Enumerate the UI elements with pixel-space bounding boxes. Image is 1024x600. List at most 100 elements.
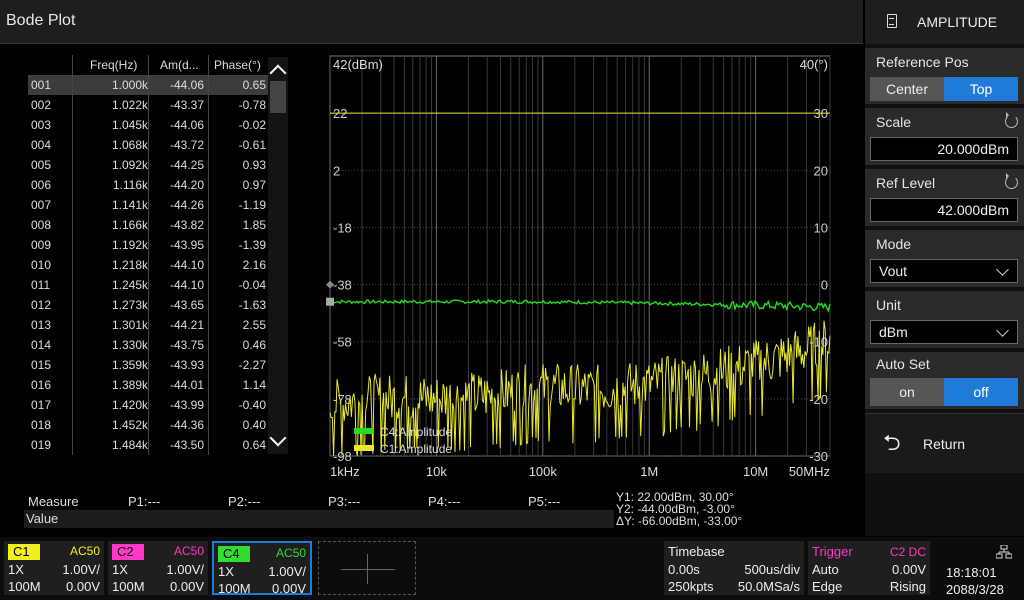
row-index: 010: [31, 258, 52, 272]
table-row[interactable]: 014 1.330k -43.75 0.46: [28, 335, 270, 355]
unit-select[interactable]: dBm: [870, 320, 1018, 344]
row-frequency: 1.116k: [112, 178, 148, 192]
timebase-label: Timebase: [668, 544, 725, 559]
table-row[interactable]: 010 1.218k -44.10 2.16: [28, 255, 270, 275]
x-tick-label: 50MHz: [789, 464, 830, 479]
row-frequency: 1.389k: [111, 378, 148, 392]
table-row[interactable]: 019 1.484k -43.50 0.64: [28, 435, 270, 455]
channel-c2[interactable]: C2 AC50 1X 1.00V/ 100M 0.00V: [108, 541, 208, 595]
row-amplitude: -44.01: [169, 378, 204, 392]
row-index: 011: [31, 278, 51, 292]
table-row[interactable]: 018 1.452k -44.36 0.40: [28, 415, 270, 435]
table-row[interactable]: 013 1.301k -44.21 2.55: [28, 315, 270, 335]
bode-chart[interactable]: 42(dBm) 40(°)222-18-38-58-78-983020100-10…: [322, 52, 862, 487]
row-amplitude: -43.65: [169, 298, 204, 312]
col-header-freq: Freq(Hz): [90, 58, 138, 72]
return-label: Return: [923, 436, 966, 452]
table-row[interactable]: 001 1.000k -44.06 0.65: [28, 75, 270, 95]
timebase-rate: 50.0MSa/s: [737, 579, 800, 594]
row-amplitude: -44.10: [169, 278, 204, 292]
col-header-phase: Phase(°): [214, 58, 261, 72]
reference-pos-section: Reference Pos Center Top: [865, 48, 1024, 104]
channel-c1[interactable]: C1 AC50 1X 1.00V/ 100M 0.00V: [4, 541, 104, 595]
row-phase: 0.46: [242, 338, 266, 352]
scale-input[interactable]: 20.000dBm: [870, 137, 1018, 161]
trigger-level: 0.00V: [892, 562, 926, 577]
row-amplitude: -44.10: [169, 258, 204, 272]
measure-p4[interactable]: P4:---: [428, 494, 461, 509]
y-left-tick-label: 2: [333, 163, 340, 178]
table-row[interactable]: 005 1.092k -44.25 0.93: [28, 155, 270, 175]
measure-p5[interactable]: P5:---: [528, 494, 561, 509]
mode-select[interactable]: Vout: [870, 259, 1018, 283]
refresh-icon[interactable]: [1005, 173, 1018, 189]
table-row[interactable]: 004 1.068k -43.72 -0.61: [28, 135, 270, 155]
table-row[interactable]: 002 1.022k -43.37 -0.78: [28, 95, 270, 115]
row-frequency: 1.141k: [111, 198, 148, 212]
row-phase: -0.61: [238, 138, 266, 152]
y-left-tick-label: -58: [333, 335, 352, 350]
trigger-box[interactable]: Trigger C2 DC Auto 0.00V Edge Rising: [808, 541, 930, 595]
scroll-down-icon[interactable]: [269, 429, 287, 447]
add-channel-button[interactable]: [318, 541, 416, 595]
timebase-delay: 0.00s: [668, 562, 700, 577]
row-amplitude: -43.50: [169, 438, 204, 452]
legend-swatch: [354, 428, 374, 434]
row-phase: -0.40: [238, 398, 266, 412]
measure-p1[interactable]: P1:---: [128, 494, 161, 509]
table-row[interactable]: 008 1.166k -43.82 1.85: [28, 215, 270, 235]
table-row[interactable]: 006 1.116k -44.20 0.97: [28, 175, 270, 195]
reference-pos-label: Reference Pos: [876, 54, 969, 70]
row-index: 007: [31, 198, 52, 212]
y-left-axis-title: 42(dBm): [333, 57, 383, 72]
row-frequency: 1.166k: [111, 218, 148, 232]
row-frequency: 1.000k: [111, 78, 148, 92]
measure-p3[interactable]: P3:---: [328, 494, 361, 509]
column-divider: [208, 55, 209, 455]
return-arrow-icon: ⮌: [883, 430, 901, 455]
row-amplitude: -44.36: [169, 418, 204, 432]
ref-level-input[interactable]: 42.000dBm: [870, 198, 1018, 222]
auto-set-on-button[interactable]: on: [870, 378, 944, 406]
table-row[interactable]: 007 1.141k -44.26 -1.19: [28, 195, 270, 215]
timebase-box[interactable]: Timebase 0.00s 500us/div 250kpts 50.0MSa…: [664, 541, 804, 595]
channel-c4[interactable]: C4 AC50 1X 1.00V/ 100M 0.00V: [212, 541, 312, 596]
title-bar: Bode Plot: [0, 0, 863, 44]
row-phase: -0.78: [238, 98, 266, 112]
cursor-dy: ΔY: -66.00dBm, -33.00°: [616, 514, 743, 528]
reference-pos-center-button[interactable]: Center: [870, 77, 944, 101]
table-row[interactable]: 016 1.389k -44.01 1.14: [28, 375, 270, 395]
y-left-tick-label: -18: [333, 220, 352, 235]
refresh-icon[interactable]: [1005, 112, 1018, 128]
auto-set-off-button[interactable]: off: [944, 378, 1018, 406]
measure-value-label: Value: [26, 511, 59, 526]
table-row[interactable]: 017 1.420k -43.99 -0.40: [28, 395, 270, 415]
row-amplitude: -43.82: [169, 218, 204, 232]
scroll-thumb[interactable]: [270, 81, 286, 113]
table-row[interactable]: 011 1.245k -44.10 -0.04: [28, 275, 270, 295]
return-button[interactable]: ⮌ Return: [865, 413, 1024, 473]
y-right-tick-label: 30: [814, 106, 828, 121]
measure-p2[interactable]: P2:---: [228, 494, 261, 509]
channel-bandwidth: 100M: [112, 579, 145, 594]
table-scrollbar[interactable]: [268, 57, 288, 454]
row-phase: -2.27: [238, 358, 266, 372]
table-row[interactable]: 012 1.273k -43.65 -1.63: [28, 295, 270, 315]
table-row[interactable]: 009 1.192k -43.95 -1.39: [28, 235, 270, 255]
table-row[interactable]: 015 1.359k -43.93 -2.27: [28, 355, 270, 375]
network-icon[interactable]: [996, 545, 1012, 559]
plus-icon: [367, 554, 368, 584]
document-icon: [887, 14, 897, 28]
row-amplitude: -43.75: [169, 338, 204, 352]
row-index: 013: [31, 318, 52, 332]
reference-pos-top-button[interactable]: Top: [944, 77, 1018, 101]
row-index: 002: [31, 98, 52, 112]
row-amplitude: -44.25: [169, 158, 204, 172]
table-row[interactable]: 003 1.045k -44.06 -0.02: [28, 115, 270, 135]
scroll-up-icon[interactable]: [269, 64, 287, 82]
row-amplitude: -43.37: [169, 98, 204, 112]
y-left-tick-label: 22: [333, 106, 347, 121]
x-tick-label: 100k: [529, 464, 558, 479]
row-amplitude: -43.93: [169, 358, 204, 372]
plus-icon: [341, 569, 395, 570]
